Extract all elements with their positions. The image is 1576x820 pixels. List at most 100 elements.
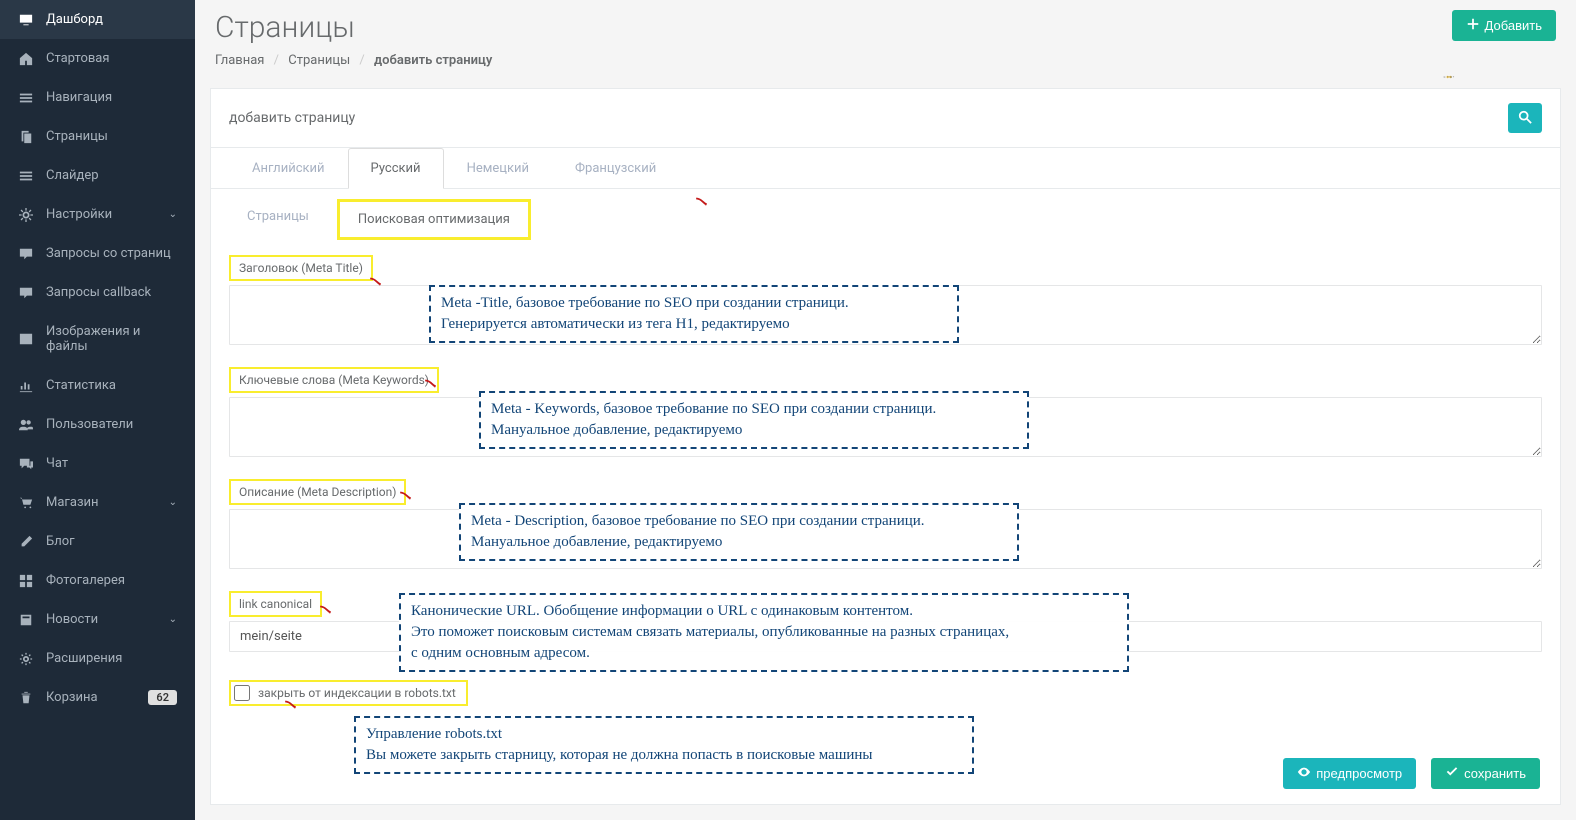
pencil-icon <box>18 535 34 549</box>
grid-icon <box>18 574 34 588</box>
sidebar-item-stats[interactable]: Статистика <box>0 366 195 405</box>
arrow-annotation-icon <box>695 195 709 209</box>
tab-pages[interactable]: Страницы <box>229 199 327 240</box>
layers-icon <box>18 169 34 183</box>
add-button-label: Добавить <box>1485 18 1542 33</box>
cart-icon <box>18 496 34 510</box>
image-icon <box>18 332 34 346</box>
sidebar-item-settings[interactable]: Настройки ⌄ <box>0 195 195 234</box>
sidebar-item-label: Запросы callback <box>46 285 177 300</box>
bars-icon <box>18 91 34 105</box>
sidebar-item-label: Пользователи <box>46 417 177 432</box>
language-tabs: Английский Русский Немецкий Французский <box>211 148 1560 189</box>
chevron-down-icon: ⌄ <box>169 497 177 508</box>
sidebar-item-gallery[interactable]: Фотогалерея <box>0 561 195 600</box>
panel-header: добавить страницу <box>211 89 1560 148</box>
sidebar-item-label: Страницы <box>46 129 177 144</box>
sidebar-item-label: Запросы со страниц <box>46 246 177 261</box>
breadcrumb-pages[interactable]: Страницы <box>288 53 350 68</box>
check-icon <box>1445 765 1459 782</box>
sidebar-item-label: Чат <box>46 456 177 471</box>
arrow-annotation-icon <box>319 603 333 617</box>
chat-icon <box>18 457 34 471</box>
sidebar-item-label: Дашборд <box>46 12 177 27</box>
sidebar: Дашборд Стартовая Навигация Страницы Сла… <box>0 0 195 820</box>
page-header: Страницы Главная / Страницы / добавить с… <box>210 0 1561 83</box>
chevron-down-icon: ⌄ <box>169 614 177 625</box>
robots-checkbox-row: закрыть от индексации в robots.txt <box>229 680 468 706</box>
sidebar-item-slider[interactable]: Слайдер <box>0 156 195 195</box>
main-content: C E D D Y Страницы Главная / Страницы / … <box>195 0 1576 820</box>
sidebar-item-label: Настройки <box>46 207 165 222</box>
gear-icon <box>18 652 34 666</box>
comment-icon <box>18 286 34 300</box>
sidebar-item-dashboard[interactable]: Дашборд <box>0 0 195 39</box>
sidebar-item-blog[interactable]: Блог <box>0 522 195 561</box>
tab-french[interactable]: Французский <box>552 148 679 189</box>
trash-icon <box>18 691 34 705</box>
sidebar-item-label: Блог <box>46 534 177 549</box>
monitor-icon <box>18 13 34 27</box>
callout-meta-description: Meta - Description, базовое требование п… <box>459 503 1019 561</box>
badge-count: 62 <box>148 690 177 705</box>
tab-english[interactable]: Английский <box>229 148 348 189</box>
sub-tabs: Страницы Поисковая оптимизация <box>211 189 1560 240</box>
sidebar-item-label: Новости <box>46 612 165 627</box>
robots-checkbox[interactable] <box>234 685 250 701</box>
sidebar-item-callback[interactable]: Запросы callback <box>0 273 195 312</box>
tab-seo[interactable]: Поисковая оптимизация <box>337 199 531 240</box>
panel: добавить страницу Английский Русский Нем… <box>210 88 1561 805</box>
arrow-annotation-icon <box>284 698 298 712</box>
form-area: Заголовок (Meta Title) Meta -Title, базо… <box>211 240 1560 804</box>
form-group-link-canonical: link canonical Канонические URL. Обобщен… <box>229 591 1542 652</box>
sidebar-item-label: Расширения <box>46 651 177 666</box>
panel-title: добавить страницу <box>229 110 355 126</box>
home-icon <box>18 52 34 66</box>
sidebar-item-label: Корзина <box>46 690 148 705</box>
callout-canonical: Канонические URL. Обобщение информации о… <box>399 593 1129 672</box>
sidebar-item-pages[interactable]: Страницы <box>0 117 195 156</box>
chart-icon <box>18 379 34 393</box>
breadcrumb-current: добавить страницу <box>374 53 492 68</box>
form-group-meta-keywords: Ключевые слова (Meta Keywords) Meta - Ke… <box>229 367 1542 461</box>
comment-icon <box>18 247 34 261</box>
sidebar-item-images[interactable]: Изображения и файлы <box>0 312 195 366</box>
chevron-down-icon: ⌄ <box>169 209 177 220</box>
form-group-robots: закрыть от индексации в robots.txt Управ… <box>229 680 1542 706</box>
sidebar-item-chat[interactable]: Чат <box>0 444 195 483</box>
users-icon <box>18 418 34 432</box>
tab-german[interactable]: Немецкий <box>444 148 552 189</box>
sidebar-item-label: Стартовая <box>46 51 177 66</box>
sidebar-item-users[interactable]: Пользователи <box>0 405 195 444</box>
form-group-meta-description: Описание (Meta Description) Meta - Descr… <box>229 479 1542 573</box>
breadcrumb: Главная / Страницы / добавить страницу <box>215 53 492 68</box>
callout-meta-keywords: Meta - Keywords, базовое требование по S… <box>479 391 1029 449</box>
search-button[interactable] <box>1508 103 1542 133</box>
sidebar-item-extensions[interactable]: Расширения <box>0 639 195 678</box>
arrow-annotation-icon <box>369 275 383 289</box>
meta-description-label: Описание (Meta Description) <box>229 479 406 505</box>
callout-robots: Управление robots.txt Вы можете закрыть … <box>354 716 974 774</box>
sidebar-item-label: Изображения и файлы <box>46 324 177 354</box>
preview-button[interactable]: предпросмотр <box>1283 758 1416 789</box>
sidebar-item-shop[interactable]: Магазин ⌄ <box>0 483 195 522</box>
tab-russian[interactable]: Русский <box>348 148 444 189</box>
eye-icon <box>1297 765 1311 782</box>
book-icon <box>18 613 34 627</box>
sidebar-item-label: Статистика <box>46 378 177 393</box>
sidebar-item-navigation[interactable]: Навигация <box>0 78 195 117</box>
sidebar-item-trash[interactable]: Корзина62 <box>0 678 195 717</box>
save-button-label: сохранить <box>1464 766 1526 781</box>
sidebar-item-label: Фотогалерея <box>46 573 177 588</box>
search-icon <box>1518 110 1532 127</box>
sidebar-item-news[interactable]: Новости ⌄ <box>0 600 195 639</box>
sidebar-item-start[interactable]: Стартовая <box>0 39 195 78</box>
add-button[interactable]: Добавить <box>1452 10 1556 41</box>
save-button[interactable]: сохранить <box>1431 758 1540 789</box>
sidebar-item-requests[interactable]: Запросы со страниц <box>0 234 195 273</box>
copy-icon <box>18 130 34 144</box>
arrow-annotation-icon <box>399 489 413 503</box>
sidebar-item-label: Магазин <box>46 495 165 510</box>
form-footer: предпросмотр сохранить <box>1283 758 1540 789</box>
breadcrumb-home[interactable]: Главная <box>215 53 264 68</box>
